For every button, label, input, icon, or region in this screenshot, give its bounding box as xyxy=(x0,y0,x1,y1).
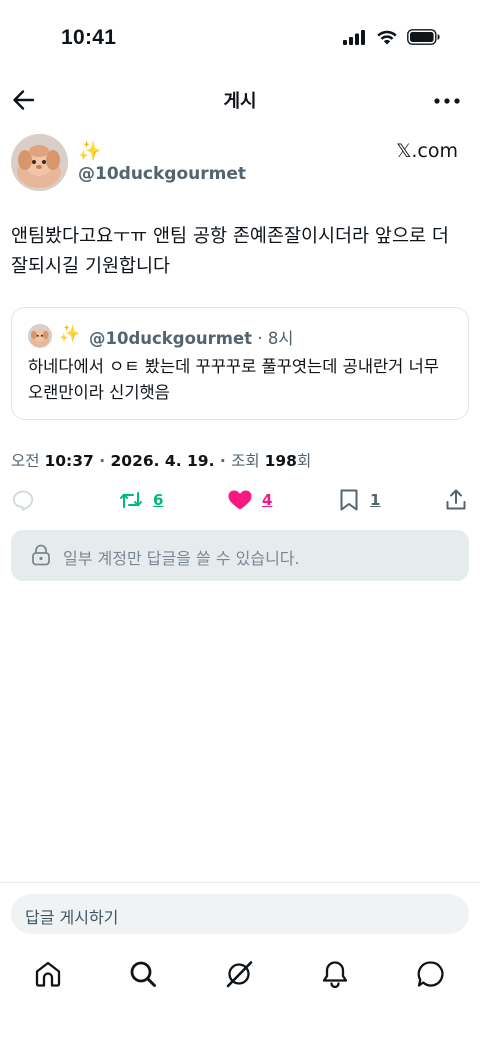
search-icon xyxy=(130,961,156,987)
author-handle[interactable]: @10duckgourmet xyxy=(78,164,246,184)
quoted-post[interactable]: ✨ @10duckgourmet · 8시 하네다에서 ㅇㅌ 봤는데 꾸꾸꾸로 … xyxy=(11,307,469,420)
lock-icon xyxy=(32,544,50,566)
status-icons xyxy=(343,29,440,45)
restriction-text: 일부 계정만 답글을 쓸 수 있습니다. xyxy=(63,549,300,568)
home-icon xyxy=(35,961,61,987)
quote-handle: @10duckgourmet xyxy=(89,329,253,348)
bookmark-icon xyxy=(340,489,358,511)
retweet-count: 6 xyxy=(153,491,164,509)
quote-avatar-image xyxy=(28,324,52,348)
avatar[interactable] xyxy=(11,134,68,191)
post-text: 앤팀봤다고요ㅜㅠ 앤팀 공항 존예존잘이시더라 앞으로 더 잘되시길 기원합니다 xyxy=(11,226,449,277)
like-button[interactable]: 4 xyxy=(227,488,272,512)
tab-messages[interactable] xyxy=(416,959,446,989)
meta-sep: · xyxy=(93,452,111,470)
bookmark-count: 1 xyxy=(370,491,381,509)
header: 게시 xyxy=(0,76,480,124)
page-title: 게시 xyxy=(223,91,257,112)
tab-grok[interactable] xyxy=(224,959,254,989)
meta-views-unit: 회 xyxy=(296,452,312,470)
quote-handle-line: @10duckgourmet · 8시 xyxy=(89,325,294,349)
meta-time: 10:37 xyxy=(44,452,94,470)
quote-avatar xyxy=(28,324,52,348)
meta-views-label: 조회 xyxy=(231,452,260,470)
retweet-button[interactable]: 6 xyxy=(118,488,163,512)
action-bar: 6 4 1 xyxy=(0,484,480,520)
meta-ampm: 오전 xyxy=(11,452,40,470)
reply-restriction-notice: 일부 계정만 답글을 쓸 수 있습니다. xyxy=(11,530,469,581)
more-icon xyxy=(434,98,460,104)
meta-date: 2026. 4. 19. xyxy=(110,452,215,470)
battery-icon xyxy=(407,29,440,45)
reply-icon xyxy=(12,490,34,511)
messages-icon xyxy=(417,961,444,987)
share-icon xyxy=(446,489,466,510)
reply-input[interactable]: 답글 게시하기 xyxy=(11,894,469,934)
author-display-name[interactable]: ✨ xyxy=(78,139,102,162)
share-button[interactable] xyxy=(444,488,468,512)
grok-icon xyxy=(226,961,253,988)
reply-placeholder: 답글 게시하기 xyxy=(25,908,119,927)
source-label: 𝕏.com xyxy=(396,140,458,162)
more-options-button[interactable] xyxy=(434,88,460,114)
divider xyxy=(0,882,480,883)
avatar-image xyxy=(11,134,68,191)
bookmark-button[interactable]: 1 xyxy=(337,488,380,512)
tab-bar xyxy=(0,955,480,995)
meta-views: 198 xyxy=(264,452,297,470)
status-bar: 10:41 xyxy=(0,0,480,76)
notifications-icon xyxy=(322,961,348,989)
tab-search[interactable] xyxy=(128,959,158,989)
wifi-icon xyxy=(377,30,397,45)
status-time: 10:41 xyxy=(61,26,117,49)
retweet-icon xyxy=(120,492,142,508)
reply-button[interactable] xyxy=(11,488,35,512)
tab-notifications[interactable] xyxy=(320,959,350,989)
quote-time: · 8시 xyxy=(252,329,294,348)
quote-display-name: ✨ xyxy=(59,324,81,344)
heart-icon xyxy=(228,490,252,510)
tab-home[interactable] xyxy=(33,959,63,989)
meta-sep: · xyxy=(214,452,232,470)
like-count: 4 xyxy=(262,491,273,509)
quote-text: 하네다에서 ㅇㅌ 봤는데 꾸꾸꾸로 풀꾸엿는데 공내란거 너무 오랜만이라 신기… xyxy=(28,357,439,402)
signal-icon xyxy=(343,29,365,45)
post-meta: 오전 10:37 · 2026. 4. 19. · 조회 198회 xyxy=(11,449,311,471)
